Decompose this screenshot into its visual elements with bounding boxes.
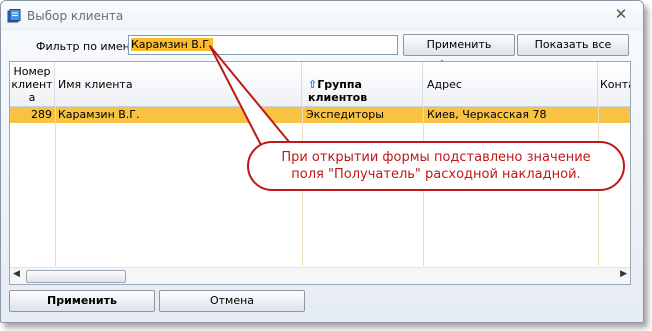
callout-note: При открытии формы подставлено значение … [247, 141, 625, 191]
callout-line1: При открытии формы подставлено значение [281, 150, 591, 165]
callout-line2: поля "Получатель" расходной накладной. [291, 167, 581, 182]
